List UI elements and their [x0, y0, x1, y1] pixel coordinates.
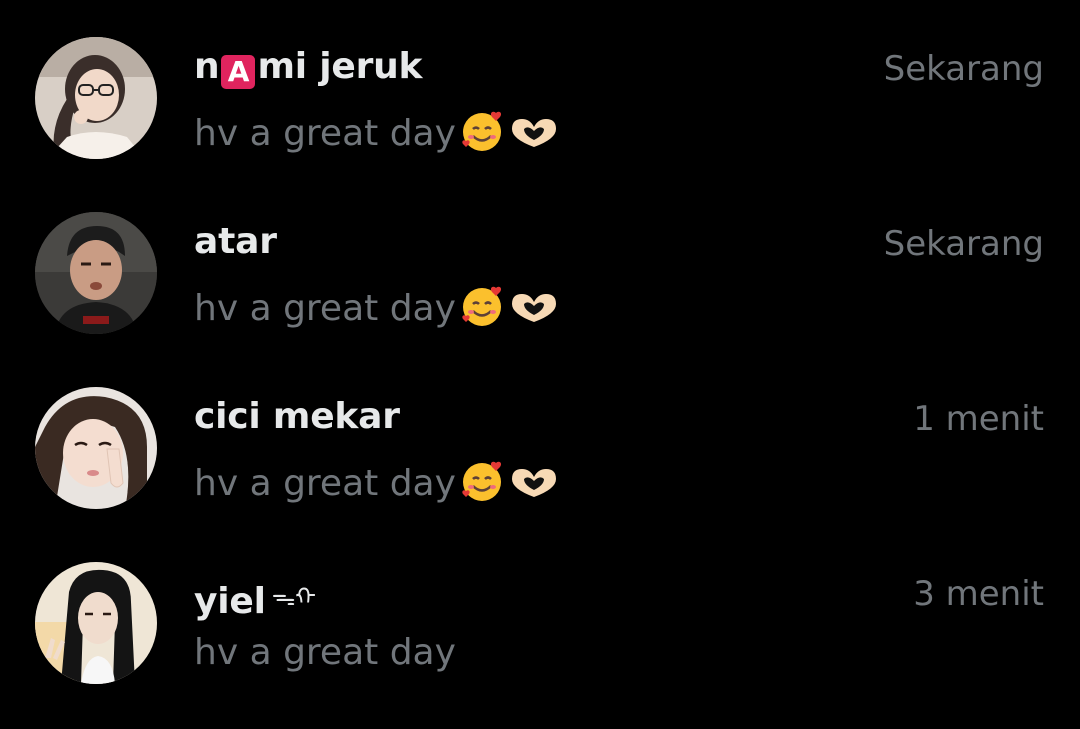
- heart-hands-icon: [508, 107, 560, 164]
- conversation-item[interactable]: atar hv a great day Sekarang: [0, 187, 1080, 362]
- name-decoration-glyph: ᯓᡣ: [271, 583, 316, 611]
- conversation-name: yiel ᯓᡣ: [194, 581, 316, 622]
- smiling-face-with-hearts-icon: [458, 457, 506, 514]
- avatar[interactable]: [35, 212, 157, 334]
- conversation-name: atar: [194, 221, 277, 262]
- red-a-badge-icon: A: [221, 55, 256, 89]
- conversation-item[interactable]: n Ami jeruk hv a great day Sekarang: [0, 12, 1080, 187]
- avatar[interactable]: [35, 37, 157, 159]
- message-preview: hv a great day: [194, 632, 456, 673]
- avatar-photo-longhair-icon: [35, 562, 157, 684]
- avatar-photo-woman-icon: [35, 387, 157, 509]
- message-preview: hv a great day: [194, 282, 560, 339]
- heart-hands-icon: [508, 457, 560, 514]
- conversation-item[interactable]: cici mekar hv a great day 1 menit: [0, 362, 1080, 537]
- timestamp: Sekarang: [883, 49, 1044, 89]
- message-preview: hv a great day: [194, 457, 560, 514]
- timestamp: 1 menit: [913, 399, 1044, 439]
- message-preview: hv a great day: [194, 107, 560, 164]
- timestamp: Sekarang: [883, 224, 1044, 264]
- conversation-name: cici mekar: [194, 396, 400, 437]
- avatar[interactable]: [35, 562, 157, 684]
- avatar[interactable]: [35, 387, 157, 509]
- dm-conversation-list: n Ami jeruk hv a great day Sekarang atar …: [0, 0, 1080, 729]
- avatar-photo-man-icon: [35, 212, 157, 334]
- conversation-item[interactable]: yiel ᯓᡣ hv a great day 3 menit: [0, 537, 1080, 712]
- smiling-face-with-hearts-icon: [458, 107, 506, 164]
- conversation-name: n Ami jeruk: [194, 46, 423, 89]
- avatar-photo-glasses-icon: [35, 37, 157, 159]
- heart-hands-icon: [508, 282, 560, 339]
- timestamp: 3 menit: [913, 574, 1044, 614]
- smiling-face-with-hearts-icon: [458, 282, 506, 339]
